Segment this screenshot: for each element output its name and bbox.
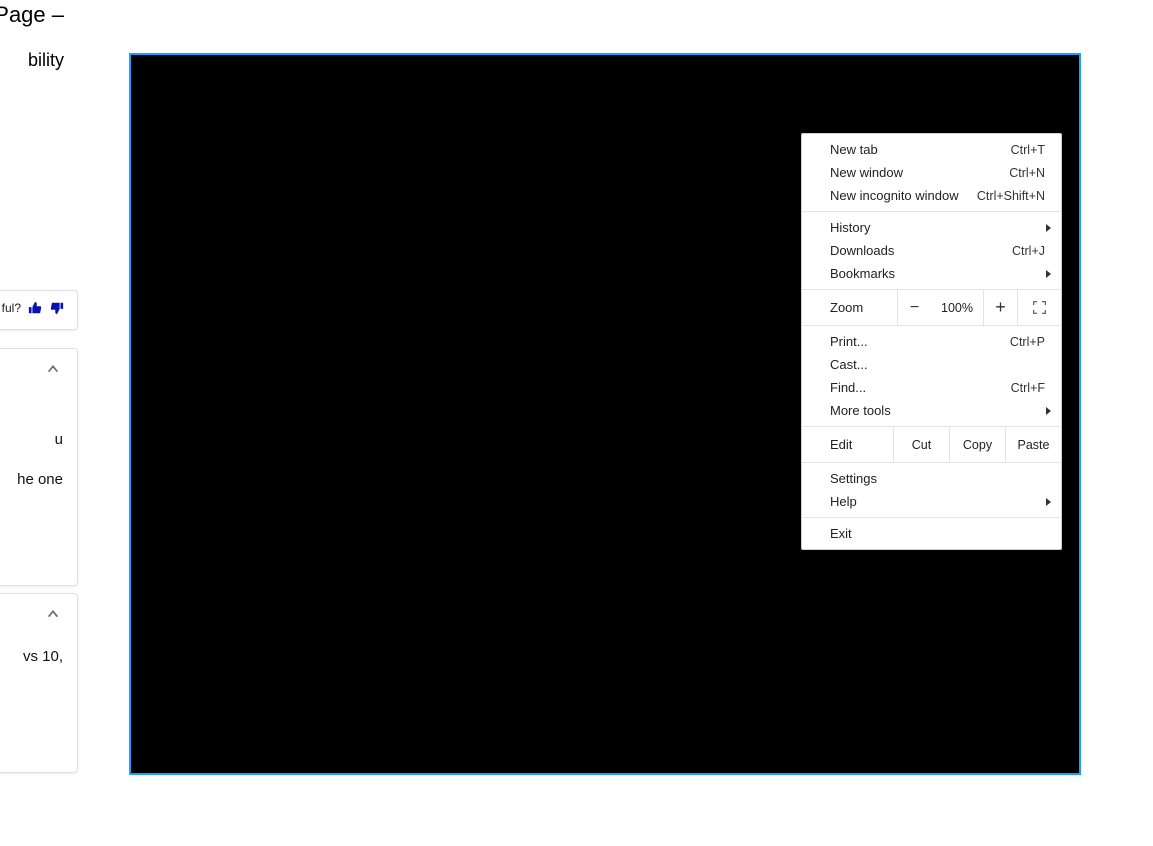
card1-text-line-1: u	[55, 431, 63, 448]
menu-zoom-row: Zoom − 100% +	[802, 290, 1061, 325]
collapsible-card-2[interactable]: vs 10,	[0, 593, 78, 773]
menu-item-accel: Ctrl+P	[1010, 335, 1045, 349]
menu-help[interactable]: Help	[802, 490, 1061, 513]
menu-item-accel: Ctrl+T	[1011, 143, 1045, 157]
thumbs-down-icon[interactable]	[49, 301, 65, 315]
zoom-percent: 100%	[931, 301, 983, 315]
collapsible-card-1[interactable]: u he one	[0, 348, 78, 586]
page-subtitle: bility	[28, 50, 64, 71]
menu-item-label: History	[830, 220, 1046, 235]
menu-new-tab[interactable]: New tab Ctrl+T	[802, 138, 1061, 161]
feedback-prompt: ful?	[2, 301, 21, 315]
menu-item-label: New incognito window	[830, 188, 977, 203]
menu-item-label: More tools	[830, 403, 1046, 418]
menu-item-accel: Ctrl+Shift+N	[977, 189, 1045, 203]
menu-new-incognito[interactable]: New incognito window Ctrl+Shift+N	[802, 184, 1061, 207]
menu-downloads[interactable]: Downloads Ctrl+J	[802, 239, 1061, 262]
menu-item-accel: Ctrl+J	[1012, 244, 1045, 258]
menu-find[interactable]: Find... Ctrl+F	[802, 376, 1061, 399]
menu-edit-row: Edit Cut Copy Paste	[802, 427, 1061, 462]
menu-bookmarks[interactable]: Bookmarks	[802, 262, 1061, 285]
menu-item-label: New tab	[830, 142, 1011, 157]
edit-paste-button[interactable]: Paste	[1005, 427, 1061, 462]
edit-cut-button[interactable]: Cut	[893, 427, 949, 462]
submenu-arrow-icon	[1046, 407, 1051, 415]
zoom-in-button[interactable]: +	[983, 290, 1017, 325]
chevron-up-icon[interactable]	[43, 359, 63, 379]
menu-item-label: Settings	[830, 471, 1045, 486]
page-title: Page –	[0, 2, 64, 28]
menu-item-accel: Ctrl+N	[1009, 166, 1045, 180]
edit-label: Edit	[802, 427, 893, 462]
submenu-arrow-icon	[1046, 224, 1051, 232]
submenu-arrow-icon	[1046, 498, 1051, 506]
thumbs-up-icon[interactable]	[27, 301, 43, 315]
menu-item-label: Bookmarks	[830, 266, 1046, 281]
menu-exit[interactable]: Exit	[802, 522, 1061, 545]
card1-text-line-2: he one	[17, 471, 63, 488]
zoom-label: Zoom	[802, 300, 897, 315]
chevron-up-icon[interactable]	[43, 604, 63, 624]
menu-settings[interactable]: Settings	[802, 467, 1061, 490]
menu-new-window[interactable]: New window Ctrl+N	[802, 161, 1061, 184]
menu-item-label: Print...	[830, 334, 1010, 349]
menu-item-label: Help	[830, 494, 1046, 509]
submenu-arrow-icon	[1046, 270, 1051, 278]
menu-item-label: Downloads	[830, 243, 1012, 258]
menu-more-tools[interactable]: More tools	[802, 399, 1061, 422]
menu-cast[interactable]: Cast...	[802, 353, 1061, 376]
edit-copy-button[interactable]: Copy	[949, 427, 1005, 462]
menu-item-accel: Ctrl+F	[1011, 381, 1045, 395]
background-page-column: Page – bility ful? u he one vs 10,	[0, 0, 78, 846]
menu-print[interactable]: Print... Ctrl+P	[802, 330, 1061, 353]
menu-item-label: Find...	[830, 380, 1011, 395]
chrome-main-menu: New tab Ctrl+T New window Ctrl+N New inc…	[801, 133, 1062, 550]
feedback-card: ful?	[0, 290, 78, 330]
menu-item-label: New window	[830, 165, 1009, 180]
menu-history[interactable]: History	[802, 216, 1061, 239]
zoom-out-button[interactable]: −	[897, 290, 931, 325]
card2-text-line-1: vs 10,	[23, 648, 63, 665]
fullscreen-button[interactable]	[1017, 290, 1061, 325]
menu-item-label: Cast...	[830, 357, 1045, 372]
menu-item-label: Exit	[830, 526, 1045, 541]
